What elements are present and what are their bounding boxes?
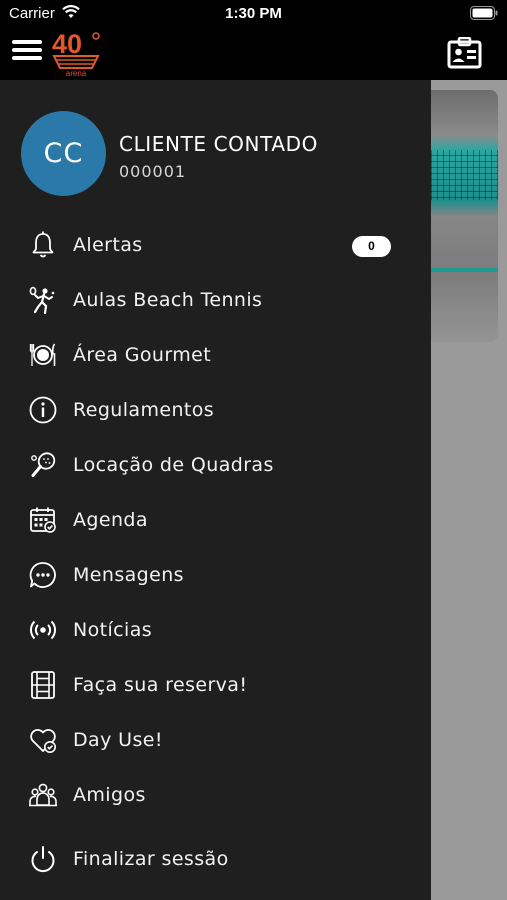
backdrop[interactable] (431, 80, 507, 900)
logo-number: 40 (52, 29, 82, 59)
status-bar: Carrier 1:30 PM (0, 0, 507, 28)
user-id: 000001 (119, 162, 187, 181)
arena-logo: 40 arena (52, 29, 100, 77)
calendar-check-icon (30, 507, 56, 533)
chat-bubble-icon (29, 562, 56, 588)
menu-item-label: Faça sua reserva! (73, 674, 248, 696)
menu-item-area-gourmet[interactable]: Área Gourmet (0, 330, 431, 380)
menu-item-label: Amigos (73, 784, 146, 806)
menu-item-label: Regulamentos (73, 399, 215, 421)
racket-icon (31, 452, 56, 477)
court-image (431, 90, 498, 342)
friends-group-icon (29, 783, 57, 807)
menu-item-aulas-beach-tennis[interactable]: Aulas Beach Tennis (0, 275, 431, 325)
menu-item-day-use[interactable]: Day Use! (0, 715, 431, 765)
menu-item-finalizar-sessao[interactable]: Finalizar sessão (0, 834, 431, 884)
side-drawer: CC CLIENTE CONTADO 000001 Alertas 0 Aula… (0, 80, 431, 900)
menu-item-alertas[interactable]: Alertas 0 (0, 220, 431, 270)
heart-check-icon (30, 729, 56, 753)
menu-item-regulamentos[interactable]: Regulamentos (0, 385, 431, 435)
menu-item-label: Locação de Quadras (73, 454, 274, 476)
menu-item-faca-sua-reserva[interactable]: Faça sua reserva! (0, 660, 431, 710)
menu-item-amigos[interactable]: Amigos (0, 770, 431, 820)
menu-item-label: Notícias (73, 619, 153, 641)
alerts-count-badge: 0 (352, 236, 391, 257)
menu-item-mensagens[interactable]: Mensagens (0, 550, 431, 600)
menu-item-label: Agenda (73, 509, 148, 531)
menu-item-label: Mensagens (73, 564, 184, 586)
contact-card-icon[interactable] (447, 37, 482, 69)
menu-item-agenda[interactable]: Agenda (0, 495, 431, 545)
menu-item-noticias[interactable]: Notícias (0, 605, 431, 655)
logout-label: Finalizar sessão (73, 848, 229, 870)
status-time: 1:30 PM (225, 5, 282, 22)
menu-item-locacao-de-quadras[interactable]: Locação de Quadras (0, 440, 431, 490)
battery-icon (470, 6, 498, 20)
top-bar: 40 arena (0, 28, 507, 80)
user-name: CLIENTE CONTADO (119, 132, 318, 156)
dining-plate-icon (29, 343, 56, 366)
avatar[interactable]: CC (21, 111, 106, 196)
power-icon (31, 846, 55, 873)
menu-item-label: Day Use! (73, 729, 163, 751)
tennis-player-icon (29, 286, 55, 315)
broadcast-icon (30, 620, 56, 640)
info-icon (29, 396, 57, 424)
logo-subtext: arena (66, 69, 87, 77)
menu-item-label: Alertas (73, 234, 143, 256)
menu-item-label: Área Gourmet (73, 344, 212, 366)
court-icon (31, 671, 55, 699)
menu-item-label: Aulas Beach Tennis (73, 289, 263, 311)
hamburger-menu-icon[interactable] (12, 38, 42, 62)
bell-icon (32, 231, 54, 258)
